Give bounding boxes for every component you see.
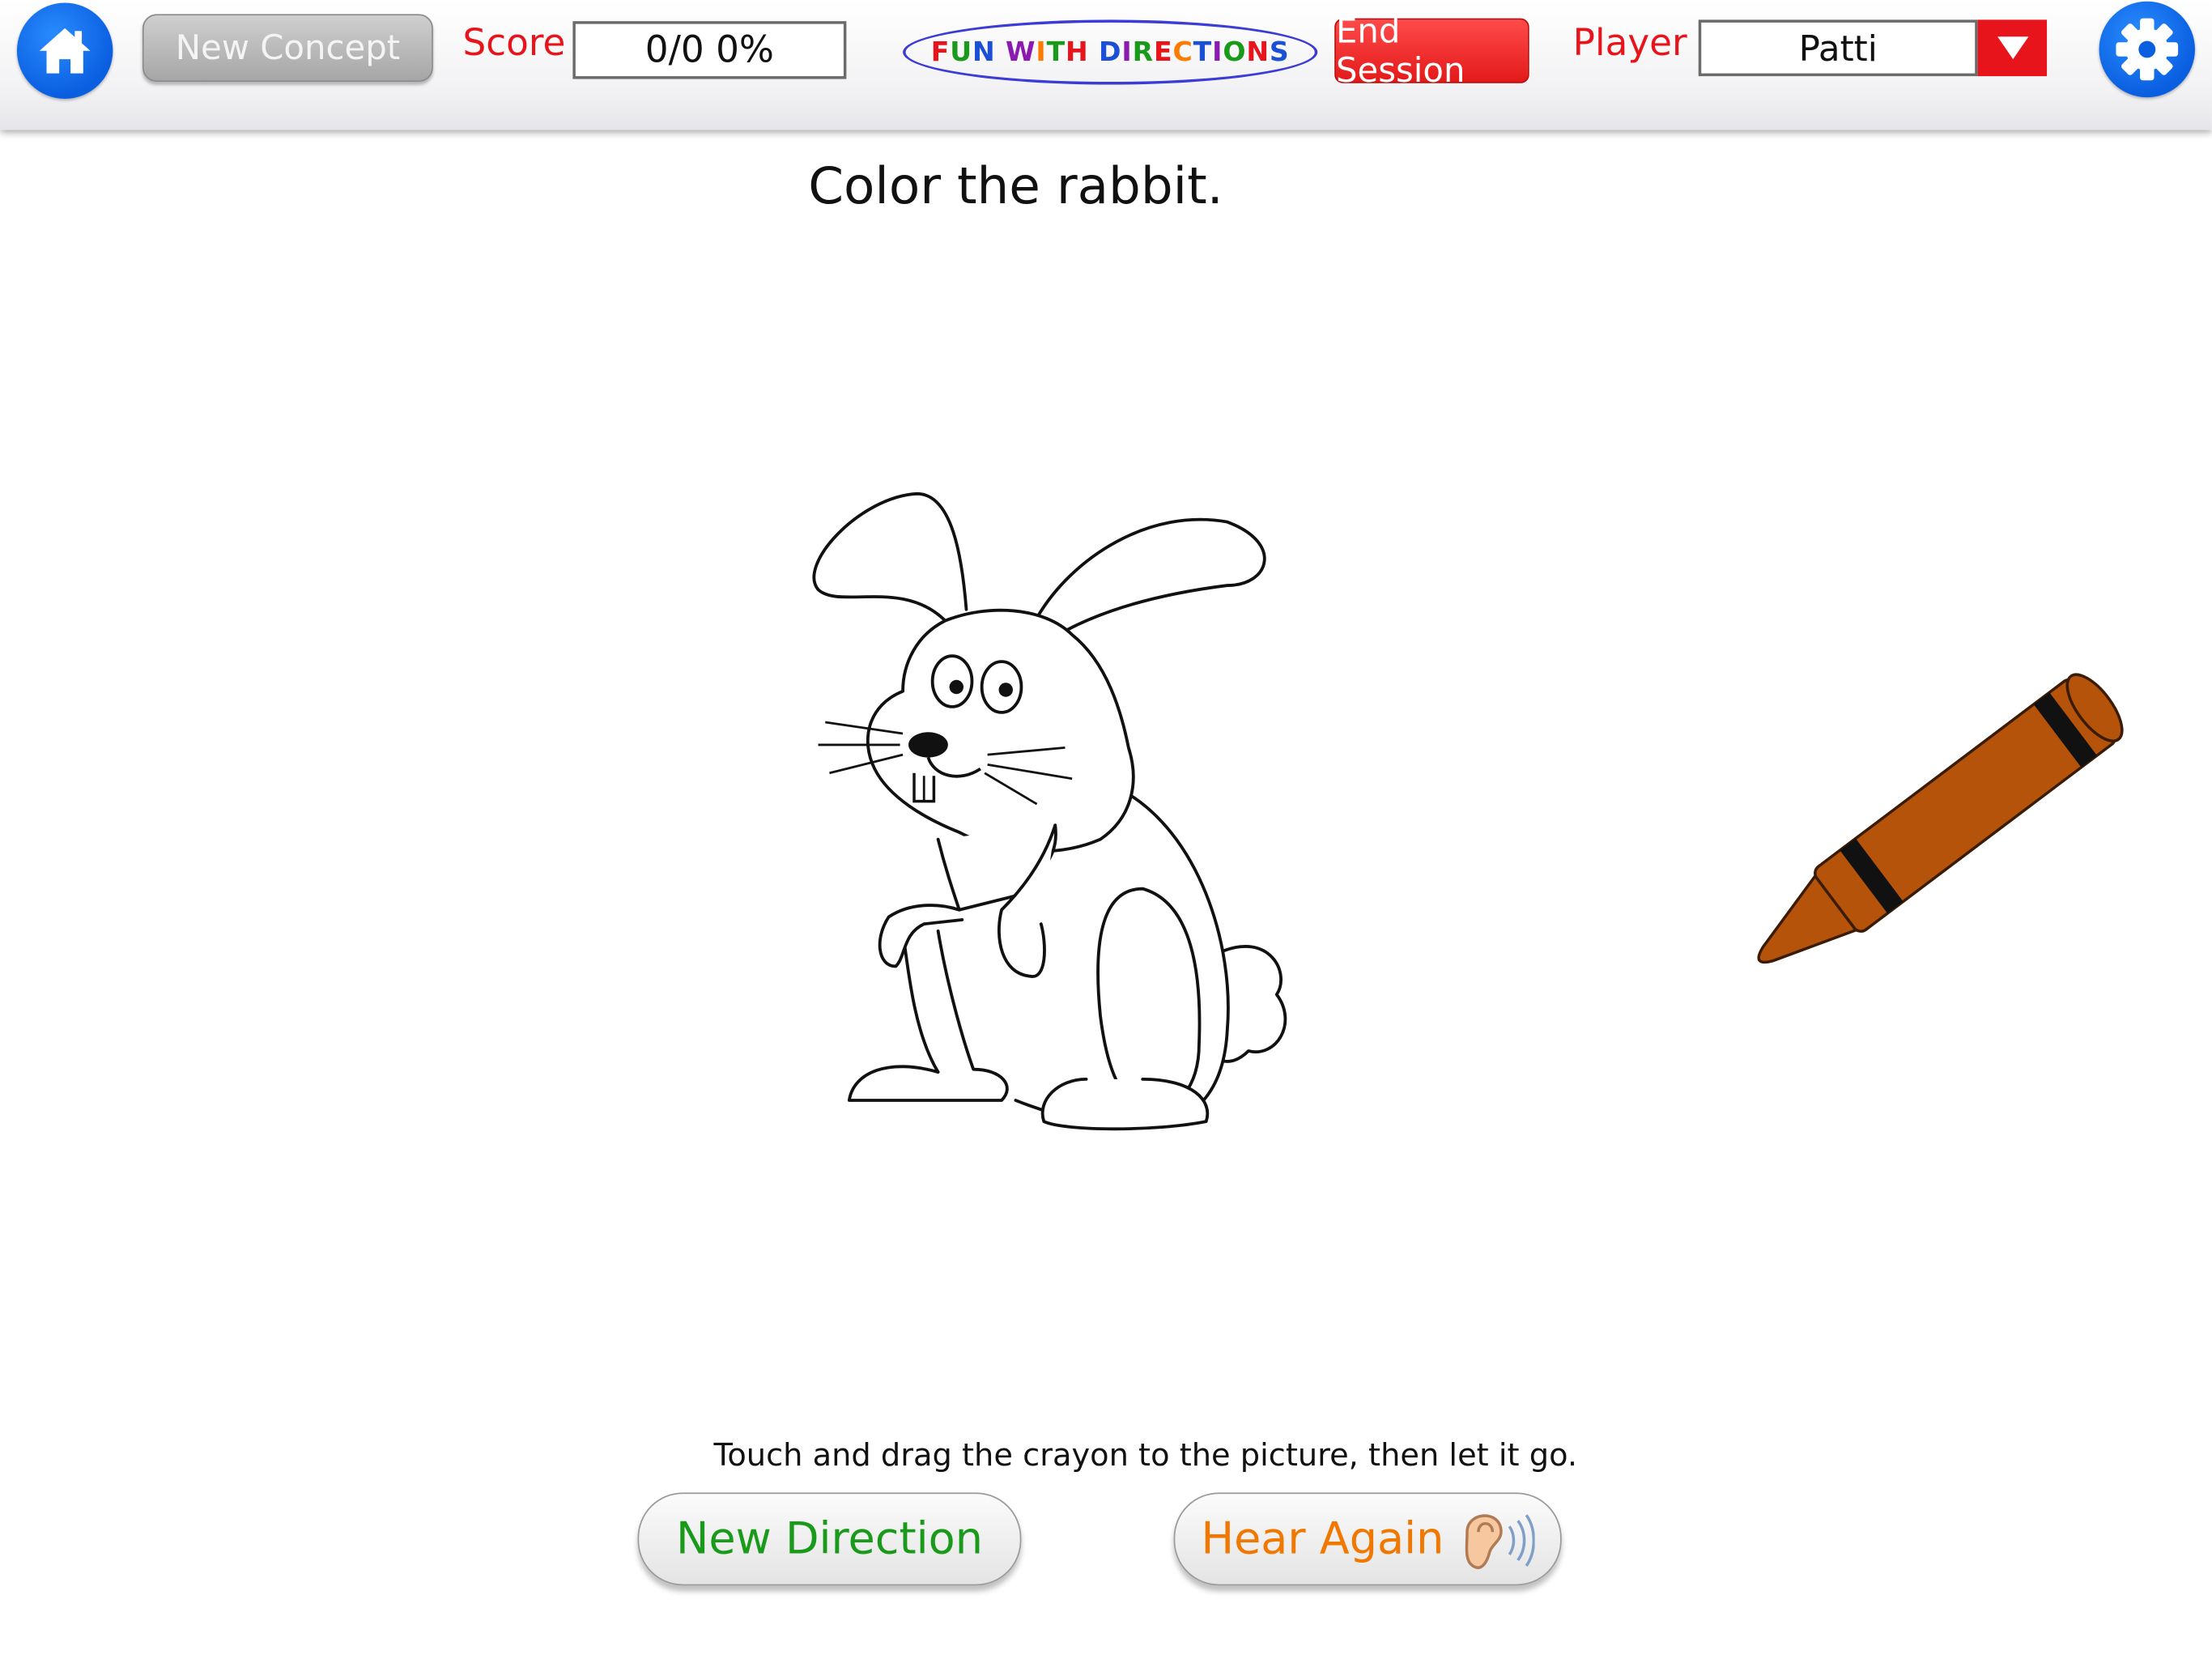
end-session-button[interactable]: End Session	[1334, 11, 1529, 91]
app-title-letter: O	[1223, 36, 1247, 68]
app-title-letter: C	[1172, 36, 1193, 68]
app-title-letter: H	[1066, 36, 1089, 68]
app-title-letter: T	[1046, 36, 1066, 68]
crayon[interactable]	[1728, 642, 2180, 988]
app-title-letter: N	[1246, 36, 1270, 68]
new-concept-button[interactable]: New Concept	[142, 14, 433, 83]
player-select-value: Patti	[1698, 19, 1978, 77]
new-direction-button[interactable]: New Direction	[637, 1492, 1022, 1586]
app-title-letter	[1089, 36, 1099, 67]
app-title-logo: FUN WITH DIRECTIONS	[903, 19, 1318, 85]
home-button[interactable]	[16, 2, 113, 99]
app-root: New Concept Score 0/0 0% FUN WITH DIRECT…	[0, 0, 2212, 1659]
new-direction-label: New Direction	[675, 1513, 983, 1565]
hear-again-button[interactable]: Hear Again	[1173, 1492, 1562, 1586]
app-title-letter: F	[930, 36, 951, 68]
app-title-letter: I	[1121, 36, 1133, 68]
player-select[interactable]: Patti	[1698, 19, 2048, 77]
app-title-text: FUN WITH DIRECTIONS	[931, 36, 1290, 67]
app-title-letter: T	[1193, 36, 1213, 68]
app-title-letter: U	[950, 36, 972, 68]
top-toolbar: New Concept Score 0/0 0% FUN WITH DIRECT…	[0, 0, 2212, 130]
drag-hint-text: Touch and drag the crayon to the picture…	[713, 1439, 1578, 1474]
app-title-letter	[996, 36, 1006, 67]
player-label: Player	[1572, 22, 1687, 66]
instruction-text: Color the rabbit.	[808, 158, 1223, 216]
score-label: Score	[462, 22, 566, 66]
app-title-letter: I	[1036, 36, 1047, 68]
app-title-letter: R	[1132, 36, 1154, 68]
dropdown-button[interactable]	[1977, 19, 2048, 77]
app-title-letter: W	[1005, 36, 1036, 68]
app-title-letter: N	[972, 36, 996, 68]
ear-icon	[1464, 1514, 1534, 1569]
app-title-letter: D	[1099, 36, 1122, 68]
gear-icon	[2116, 18, 2179, 81]
chevron-down-icon	[1997, 36, 2028, 60]
rabbit-picture[interactable]	[804, 479, 1312, 1142]
settings-button[interactable]	[2099, 1, 2196, 98]
app-title-letter: S	[1269, 36, 1290, 68]
app-title-letter: E	[1153, 36, 1173, 68]
score-value: 0/0 0%	[572, 21, 847, 79]
hear-again-label: Hear Again	[1201, 1513, 1444, 1565]
app-title-letter: I	[1212, 36, 1223, 68]
home-icon	[39, 28, 91, 74]
